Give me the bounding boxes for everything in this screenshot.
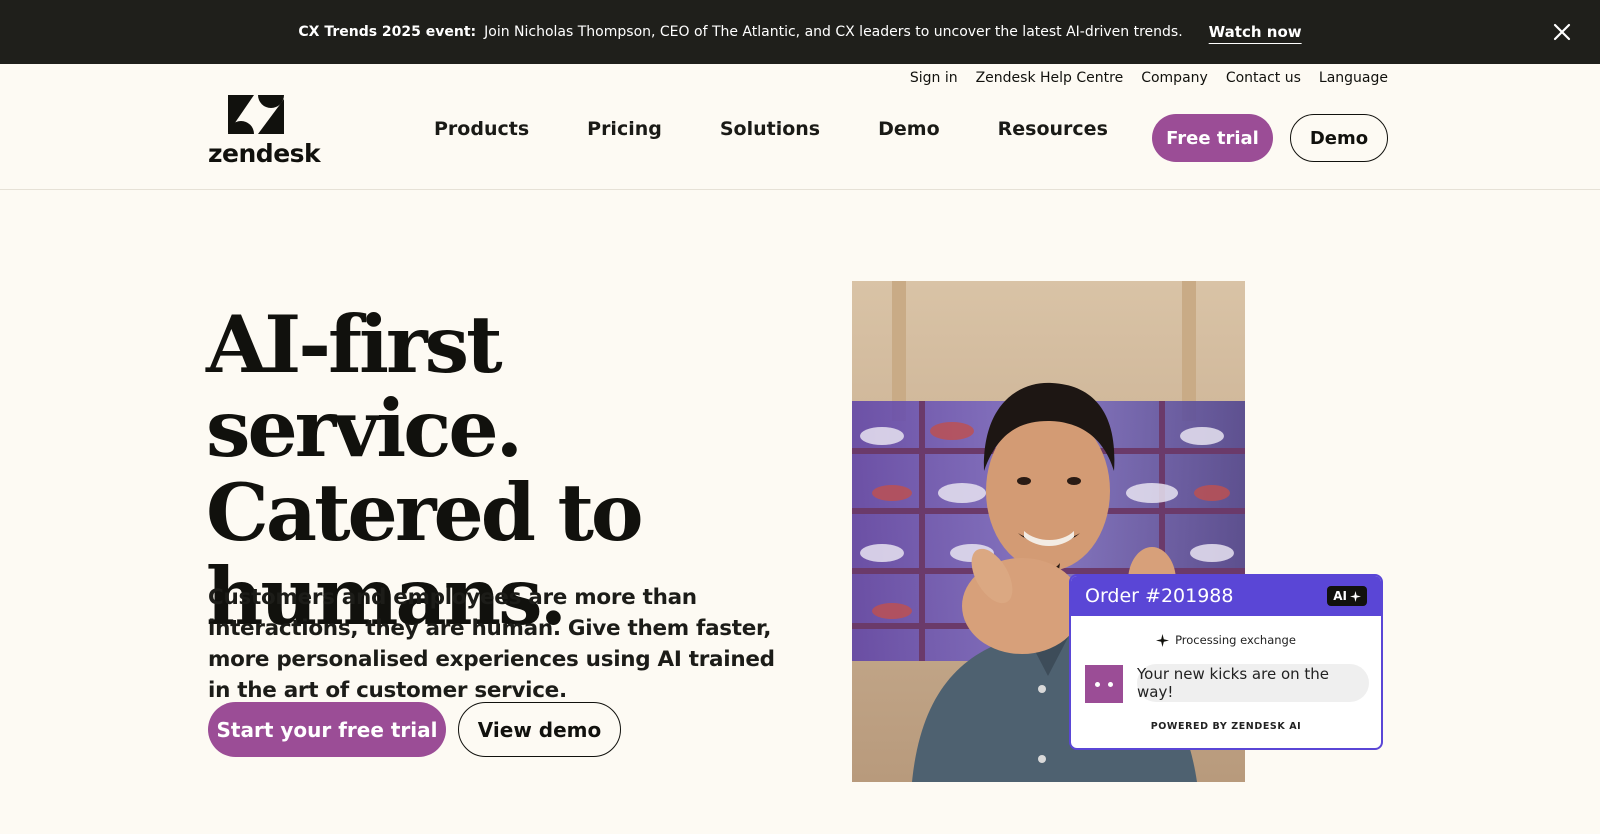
close-icon[interactable] — [1550, 20, 1574, 44]
nav-solutions[interactable]: Solutions — [720, 118, 820, 140]
announcement-message: CX Trends 2025 event: Join Nicholas Thom… — [298, 24, 1182, 40]
order-title: Order #201988 — [1085, 585, 1234, 607]
utility-nav: Sign in Zendesk Help Centre Company Cont… — [910, 66, 1388, 90]
announcement-lead: CX Trends 2025 event: — [298, 24, 477, 40]
free-trial-button[interactable]: Free trial — [1152, 114, 1273, 162]
utility-help-centre[interactable]: Zendesk Help Centre — [976, 70, 1124, 86]
zendesk-logo-mark — [228, 95, 284, 134]
ai-badge: AI — [1327, 586, 1367, 606]
ai-order-card: Order #201988 AI Processing exchange You… — [1069, 574, 1383, 750]
utility-language[interactable]: Language — [1319, 70, 1388, 86]
processing-status: Processing exchange — [1071, 633, 1381, 647]
sparkle-icon — [1350, 590, 1361, 602]
processing-label: Processing exchange — [1175, 633, 1296, 647]
view-demo-button[interactable]: View demo — [458, 702, 621, 757]
main-nav: Products Pricing Solutions Demo Resource… — [434, 118, 1166, 140]
site-header: zendesk Products Pricing Solutions Demo … — [0, 90, 1600, 190]
ai-badge-label: AI — [1333, 589, 1347, 603]
nav-demo[interactable]: Demo — [878, 118, 940, 140]
nav-resources[interactable]: Resources — [998, 118, 1108, 140]
watch-now-link[interactable]: Watch now — [1209, 23, 1302, 41]
ai-card-header: Order #201988 AI — [1071, 576, 1381, 616]
announcement-text: Join Nicholas Thompson, CEO of The Atlan… — [484, 24, 1183, 40]
powered-by-label: POWERED BY ZENDESK AI — [1150, 721, 1302, 732]
utility-sign-in[interactable]: Sign in — [910, 70, 958, 86]
nav-pricing[interactable]: Pricing — [587, 118, 662, 140]
utility-company[interactable]: Company — [1141, 70, 1208, 86]
bot-avatar — [1085, 665, 1123, 703]
hero-subcopy: Customers and employees are more than in… — [208, 585, 775, 703]
nav-products[interactable]: Products — [434, 118, 529, 140]
demo-button[interactable]: Demo — [1290, 114, 1388, 162]
chat-bubble: Your new kicks are on the way! — [1137, 664, 1369, 702]
zendesk-logo[interactable]: zendesk — [208, 95, 321, 168]
sparkle-icon — [1156, 633, 1170, 647]
utility-contact-us[interactable]: Contact us — [1226, 70, 1301, 86]
hero-headline-line-1: AI-first service. — [206, 298, 523, 475]
zendesk-wordmark: zendesk — [208, 139, 321, 168]
hero-headline-line-2: Catered to — [206, 466, 644, 559]
start-free-trial-button[interactable]: Start your free trial — [208, 702, 446, 757]
announcement-bar: CX Trends 2025 event: Join Nicholas Thom… — [0, 0, 1600, 64]
